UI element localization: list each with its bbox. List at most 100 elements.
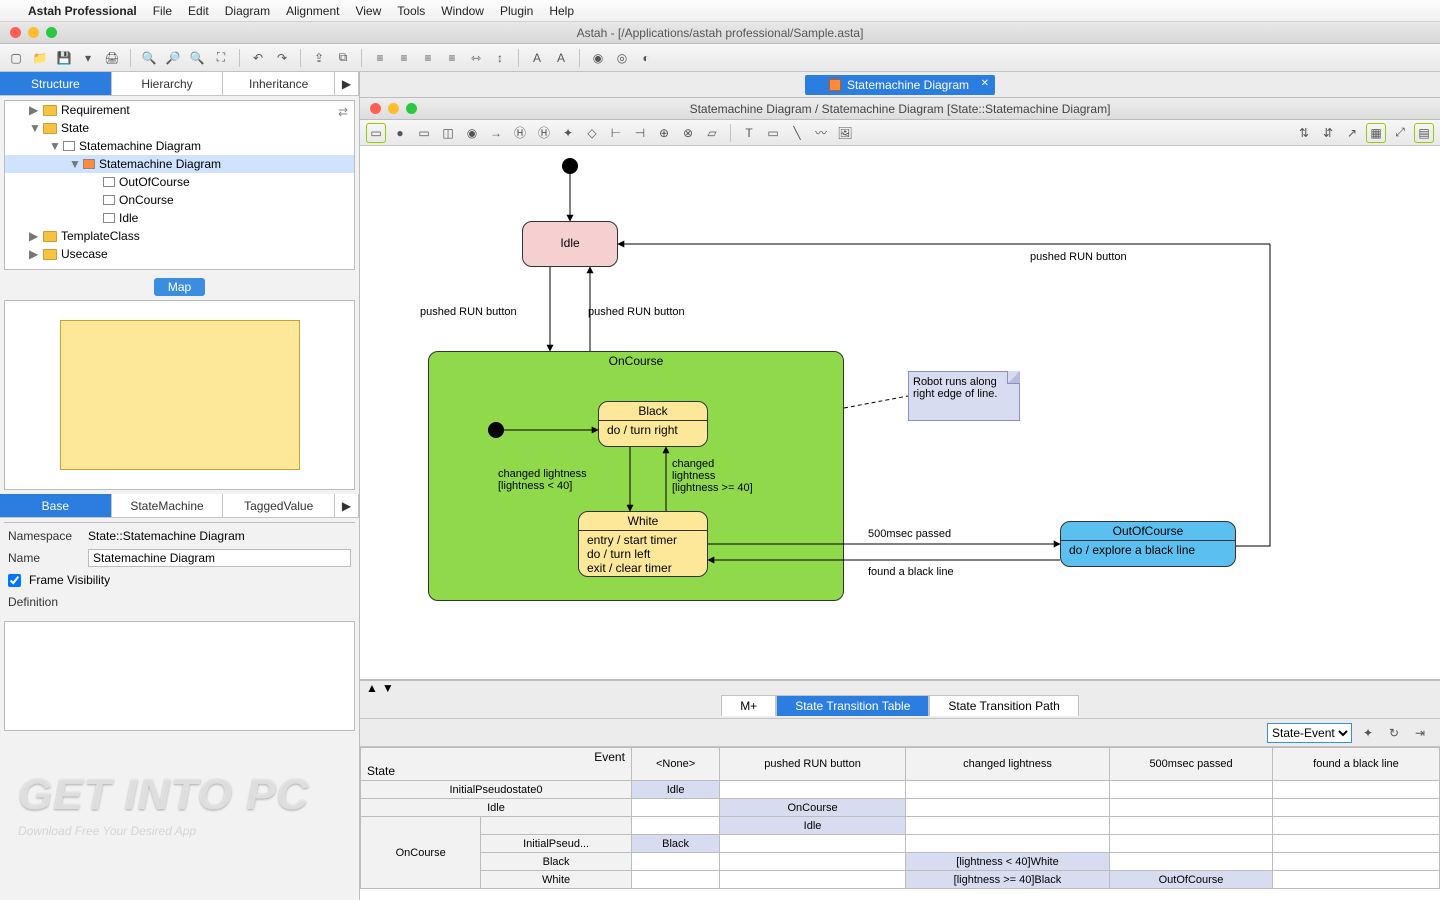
line-icon[interactable]: ╲ <box>787 123 807 143</box>
tab-overflow-icon[interactable]: ▶ <box>335 494 359 517</box>
tab-statemachine[interactable]: StateMachine <box>112 494 224 517</box>
minimize-window-icon[interactable] <box>28 27 39 38</box>
text-icon[interactable]: T <box>739 123 759 143</box>
tab-hierarchy[interactable]: Hierarchy <box>112 72 224 95</box>
diagram-canvas[interactable]: Idle OnCourse Black do / turn right Whit… <box>360 146 1440 680</box>
redo-icon[interactable]: ↷ <box>272 48 292 68</box>
tree-smd2[interactable]: Statemachine Diagram <box>99 157 221 171</box>
tab-mplus[interactable]: M+ <box>721 695 776 716</box>
close-tab-icon[interactable]: ✕ <box>981 78 989 89</box>
save-dropdown-icon[interactable]: ▾ <box>78 48 98 68</box>
deep-history-icon[interactable]: Ⓗ <box>534 123 554 143</box>
tab-taggedvalue[interactable]: TaggedValue <box>223 494 335 517</box>
layout-icon[interactable]: ⇅ <box>1294 123 1314 143</box>
composite-state-icon[interactable]: ◫ <box>438 123 458 143</box>
distribute-v-icon[interactable]: ↕ <box>490 48 510 68</box>
state-icon[interactable]: ▭ <box>414 123 434 143</box>
fit-icon[interactable]: ⛶ <box>211 48 231 68</box>
align-right-icon[interactable]: ≡ <box>418 48 438 68</box>
project-tree[interactable]: ⇄ ▶Requirement ▼State ▼Statemachine Diag… <box>4 100 355 270</box>
tree-oncourse[interactable]: OnCourse <box>119 193 174 207</box>
menu-file[interactable]: File <box>153 4 172 18</box>
collapse-icon[interactable]: ▲ <box>366 681 378 693</box>
tab-structure[interactable]: Structure <box>0 72 112 95</box>
final-state-icon[interactable]: ◉ <box>462 123 482 143</box>
tab-overflow-icon[interactable]: ▶ <box>335 72 359 95</box>
tree-state[interactable]: State <box>61 121 89 135</box>
menu-alignment[interactable]: Alignment <box>286 4 339 18</box>
save-icon[interactable]: 💾 <box>54 48 74 68</box>
menu-window[interactable]: Window <box>441 4 484 18</box>
zoom-window-icon[interactable] <box>46 27 57 38</box>
history-icon[interactable]: Ⓗ <box>510 123 530 143</box>
app-name[interactable]: Astah Professional <box>28 4 137 18</box>
minimap[interactable] <box>4 300 355 490</box>
menu-edit[interactable]: Edit <box>188 4 209 18</box>
tab-inheritance[interactable]: Inheritance <box>223 72 335 95</box>
tab-state-transition-path[interactable]: State Transition Path <box>929 695 1078 716</box>
menu-tools[interactable]: Tools <box>397 4 425 18</box>
open-file-icon[interactable]: 📁 <box>30 48 50 68</box>
image-icon[interactable]: 🖼 <box>835 123 855 143</box>
definition-textarea[interactable] <box>4 621 355 731</box>
auto-layout-icon[interactable]: ⇵ <box>1318 123 1338 143</box>
fill-color-icon[interactable]: ◉ <box>588 48 608 68</box>
choice-icon[interactable]: ◇ <box>582 123 602 143</box>
junction-icon[interactable]: ✦ <box>558 123 578 143</box>
transition-table[interactable]: Event State <None> pushed RUN button cha… <box>360 747 1440 900</box>
transition-icon[interactable]: → <box>486 123 506 143</box>
new-file-icon[interactable]: ▢ <box>6 48 26 68</box>
export-icon[interactable]: ⇪ <box>309 48 329 68</box>
zoom-reset-icon[interactable]: 🔍 <box>187 48 207 68</box>
text-style-icon[interactable]: A <box>551 48 571 68</box>
tree-out[interactable]: OutOfCourse <box>119 175 190 189</box>
state-white[interactable]: White entry / start timer do / turn left… <box>578 511 708 577</box>
tree-smd[interactable]: Statemachine Diagram <box>79 139 201 153</box>
expand-icon[interactable]: ▼ <box>382 681 394 693</box>
exit-point-icon[interactable]: ⊗ <box>678 123 698 143</box>
join-icon[interactable]: ⊣ <box>630 123 650 143</box>
tab-state-transition-table[interactable]: State Transition Table <box>776 695 929 716</box>
align-left-icon[interactable]: ≡ <box>370 48 390 68</box>
frame-visibility-checkbox[interactable] <box>8 574 21 587</box>
refresh-icon[interactable]: ↻ <box>1384 723 1404 743</box>
zoom-out-icon[interactable]: 🔎 <box>163 48 183 68</box>
entry-point-icon[interactable]: ⊕ <box>654 123 674 143</box>
state-black[interactable]: Black do / turn right <box>598 401 708 447</box>
copy-icon[interactable]: ⧉ <box>333 48 353 68</box>
selection-tool-icon[interactable]: ▭ <box>366 123 386 143</box>
menu-view[interactable]: View <box>355 4 381 18</box>
tree-usecase[interactable]: Usecase <box>61 247 108 261</box>
rect-icon[interactable]: ▭ <box>763 123 783 143</box>
menu-diagram[interactable]: Diagram <box>225 4 270 18</box>
menu-plugin[interactable]: Plugin <box>500 4 533 18</box>
align-top-icon[interactable]: ≡ <box>442 48 462 68</box>
tree-requirement[interactable]: Requirement <box>61 103 130 117</box>
undo-icon[interactable]: ↶ <box>248 48 268 68</box>
distribute-h-icon[interactable]: ⇿ <box>466 48 486 68</box>
font-color-icon[interactable]: A <box>527 48 547 68</box>
view-mode-select[interactable]: State-Event <box>1267 723 1352 743</box>
stereotype-icon[interactable]: ◐ <box>636 48 656 68</box>
prop-name-input[interactable] <box>88 549 351 567</box>
note-icon[interactable]: ▱ <box>702 123 722 143</box>
initial-substate-node[interactable] <box>488 422 504 438</box>
grid-icon[interactable]: ▦ <box>1366 123 1386 143</box>
ruler-icon[interactable]: ▤ <box>1414 123 1434 143</box>
diagram-tab[interactable]: Statemachine Diagram ✕ <box>805 75 995 95</box>
zoom-in-icon[interactable]: 🔍 <box>139 48 159 68</box>
map-tab[interactable]: Map <box>154 278 205 296</box>
state-outofcourse[interactable]: OutOfCourse do / explore a black line <box>1060 521 1236 567</box>
snap-icon[interactable]: ⤢ <box>1390 123 1410 143</box>
validate-icon[interactable]: ↗ <box>1342 123 1362 143</box>
menu-help[interactable]: Help <box>549 4 574 18</box>
export-table-icon[interactable]: ⇥ <box>1410 723 1430 743</box>
highlight-icon[interactable]: ✦ <box>1358 723 1378 743</box>
print-icon[interactable]: 🖨 <box>102 48 122 68</box>
tree-templateclass[interactable]: TemplateClass <box>61 229 140 243</box>
swap-icon[interactable]: ⇄ <box>338 105 348 119</box>
align-center-icon[interactable]: ≡ <box>394 48 414 68</box>
diagram-note[interactable]: Robot runs along right edge of line. <box>908 371 1020 421</box>
close-window-icon[interactable] <box>10 27 21 38</box>
initial-state-icon[interactable]: ● <box>390 123 410 143</box>
